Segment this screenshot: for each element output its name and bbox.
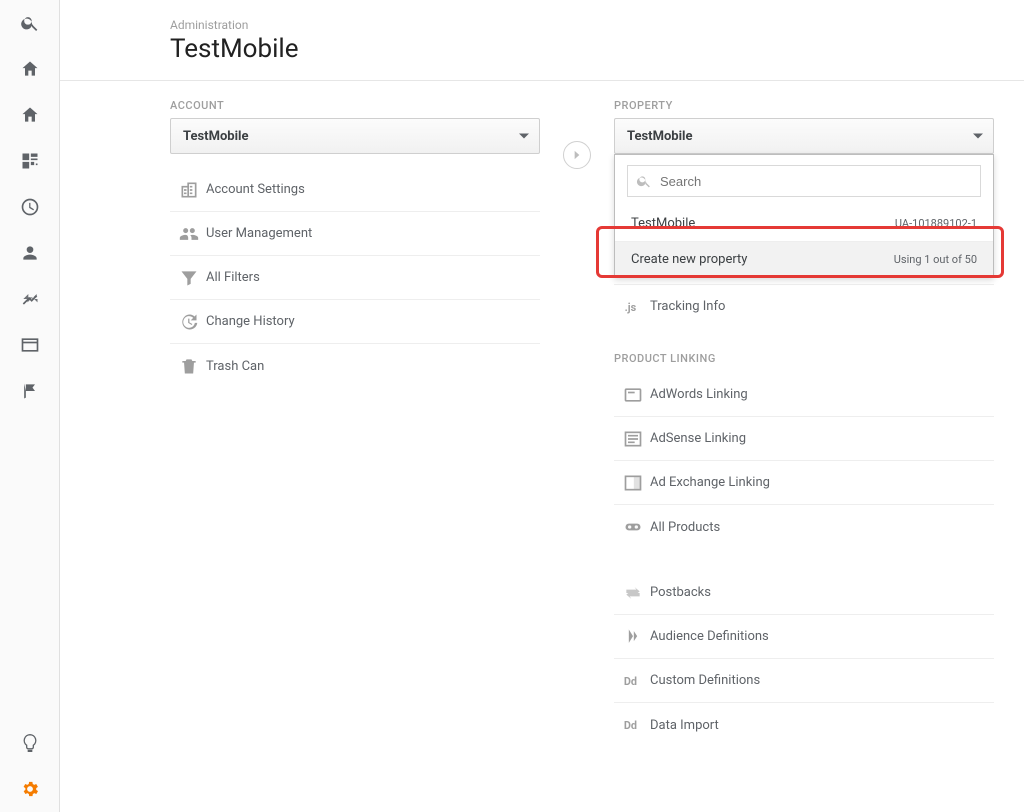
property-option-existing[interactable]: TestMobile UA-101889102-1 [615,205,993,241]
property-search-input[interactable] [658,173,972,190]
account-selected: TestMobile [183,129,249,144]
column-connector [540,99,614,169]
property-search[interactable] [627,165,981,197]
account-column: ACCOUNT TestMobile Account Settings User… [170,99,540,388]
product-linking-label: PRODUCT LINKING [614,328,994,373]
filter-icon [172,268,206,288]
menu-adsense-linking[interactable]: AdSense Linking [614,417,994,461]
rail-search[interactable] [0,0,60,46]
rail-realtime[interactable] [0,184,60,230]
rail-admin[interactable] [0,766,60,812]
js-icon: .js [616,297,650,317]
dd-icon: Dd [616,715,650,735]
audience-icon [616,627,650,647]
adexchange-icon [616,473,650,493]
postback-icon [616,583,650,603]
menu-adexchange-linking[interactable]: Ad Exchange Linking [614,461,994,505]
menu-account-settings[interactable]: Account Settings [170,168,540,212]
account-label: ACCOUNT [170,99,540,118]
link-icon [616,517,650,537]
rail-conversions[interactable] [0,368,60,414]
search-icon [636,173,652,189]
adwords-icon [616,385,650,405]
rail-discover[interactable] [0,720,60,766]
rail-audience[interactable] [0,230,60,276]
menu-adwords-linking[interactable]: AdWords Linking [614,373,994,417]
rail-behavior[interactable] [0,322,60,368]
svg-text:Dd: Dd [624,675,637,688]
rail-home[interactable] [0,92,60,138]
menu-change-history[interactable]: Change History [170,300,540,344]
page-title: TestMobile [170,34,994,64]
menu-custom-definitions[interactable]: Dd Custom Definitions [614,659,994,703]
breadcrumb: Administration [170,18,994,32]
property-dropdown-popup: TestMobile UA-101889102-1 Create new pro… [614,154,994,278]
menu-all-products[interactable]: All Products [614,505,994,549]
rail-home[interactable] [0,46,60,92]
property-column: PROPERTY TestMobile TestMobile [614,99,994,747]
trash-icon [172,356,206,376]
building-icon [172,180,206,200]
caret-down-icon [519,134,529,139]
rail-acquisition[interactable] [0,276,60,322]
nav-rail [0,0,60,812]
account-dropdown[interactable]: TestMobile [170,118,540,154]
property-selected: TestMobile [627,129,693,144]
menu-tracking-info[interactable]: .js Tracking Info [614,284,994,328]
caret-down-icon [973,134,983,139]
dd-icon: Dd [616,671,650,691]
menu-audience-definitions[interactable]: Audience Definitions [614,615,994,659]
history-icon [172,312,206,332]
svg-text:Dd: Dd [624,719,637,732]
property-label: PROPERTY [614,99,994,118]
menu-user-management[interactable]: User Management [170,212,540,256]
arrow-right-circle-icon [563,141,591,169]
menu-postbacks[interactable]: Postbacks [614,571,994,615]
people-icon [172,224,206,244]
adsense-icon [616,429,650,449]
svg-text:.js: .js [625,301,637,314]
menu-trash-can[interactable]: Trash Can [170,344,540,388]
menu-data-import[interactable]: Dd Data Import [614,703,994,747]
property-dropdown[interactable]: TestMobile [614,118,994,154]
rail-customization[interactable] [0,138,60,184]
divider [60,80,1024,81]
menu-all-filters[interactable]: All Filters [170,256,540,300]
property-option-create-new[interactable]: Create new property Using 1 out of 50 [615,241,993,277]
